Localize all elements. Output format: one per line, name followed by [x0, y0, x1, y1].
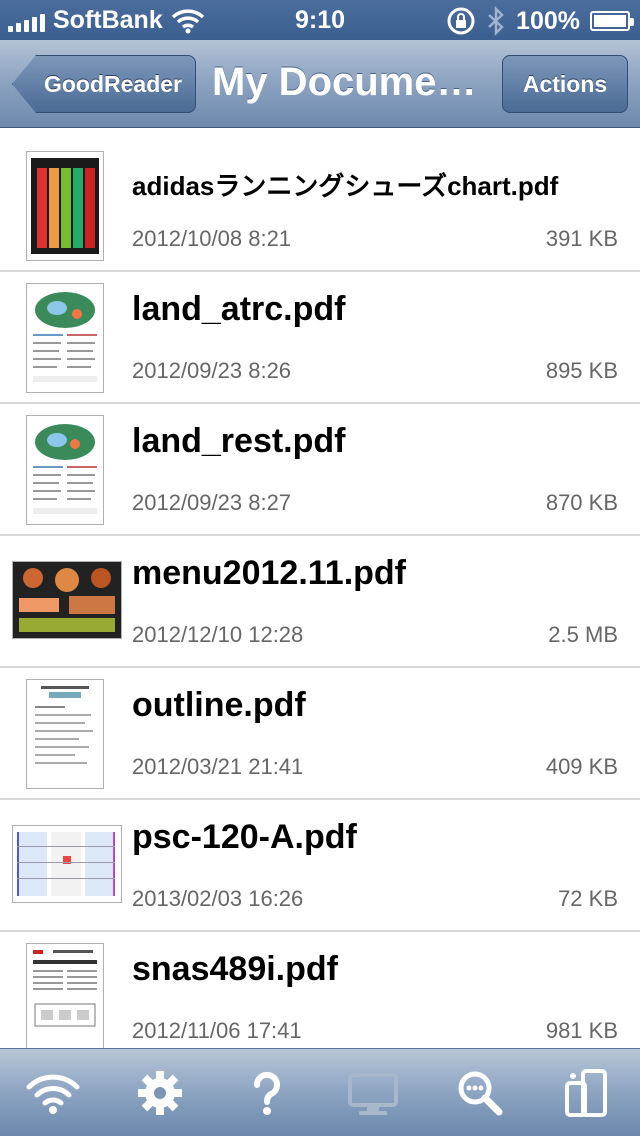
- pdf-thumbnail: [13, 562, 121, 638]
- file-name: menu2012.11.pdf: [132, 554, 407, 592]
- file-row[interactable]: psc-120-A.pdf 2013/02/03 16:26 72 KB: [0, 800, 640, 932]
- file-name: outline.pdf: [132, 686, 306, 724]
- file-size: 981 KB: [545, 1018, 618, 1043]
- file-name: land_rest.pdf: [132, 422, 346, 460]
- actions-button[interactable]: Actions: [502, 55, 628, 113]
- file-size: 391 KB: [545, 226, 618, 251]
- monitor-icon: [348, 1072, 399, 1115]
- file-row[interactable]: snas489i.pdf 2012/11/06 17:41 981 KB: [0, 932, 640, 1048]
- pdf-thumbnail: [27, 680, 103, 788]
- rotation-lock-icon: [447, 7, 475, 35]
- file-row[interactable]: outline.pdf 2012/03/21 21:41 409 KB: [0, 668, 640, 800]
- battery-label: 100%: [516, 6, 580, 35]
- remote-server-button[interactable]: [341, 1061, 405, 1125]
- manage-files-button[interactable]: [555, 1061, 619, 1125]
- file-date: 2012/09/23 8:27: [132, 490, 292, 515]
- file-row[interactable]: land_rest.pdf 2012/09/23 8:27 870 KB: [0, 404, 640, 536]
- manage-files-icon: [564, 1068, 607, 1117]
- file-size: 409 KB: [545, 754, 618, 779]
- file-list[interactable]: adidasランニングシューズchart.pdf 2012/10/08 8:21…: [0, 140, 640, 1048]
- file-size: 895 KB: [545, 358, 618, 383]
- file-name: land_atrc.pdf: [132, 290, 346, 328]
- help-button[interactable]: [235, 1061, 299, 1125]
- settings-button[interactable]: [128, 1061, 192, 1125]
- file-size: 2.5 MB: [548, 622, 618, 647]
- file-size: 72 KB: [558, 886, 618, 911]
- file-date: 2012/10/08 8:21: [132, 226, 292, 251]
- battery-icon: [590, 11, 634, 31]
- file-name: psc-120-A.pdf: [132, 818, 357, 856]
- file-size: 870 KB: [545, 490, 618, 515]
- bottom-toolbar: [0, 1048, 640, 1136]
- file-date: 2012/09/23 8:26: [132, 358, 292, 383]
- pdf-thumbnail: [27, 284, 103, 392]
- file-name: adidasランニングシューズchart.pdf: [132, 171, 559, 201]
- pdf-thumbnail: [13, 826, 121, 902]
- find-button[interactable]: [448, 1061, 512, 1125]
- file-row[interactable]: menu2012.11.pdf 2012/12/10 12:28 2.5 MB: [0, 536, 640, 668]
- file-date: 2012/11/06 17:41: [132, 1018, 302, 1043]
- wifi-icon: [26, 1074, 80, 1114]
- page-title: My Docume…: [212, 60, 477, 104]
- wifi-transfer-button[interactable]: [21, 1061, 85, 1125]
- file-name: snas489i.pdf: [132, 950, 338, 988]
- file-row[interactable]: adidasランニングシューズchart.pdf 2012/10/08 8:21…: [0, 140, 640, 272]
- help-icon: [253, 1071, 280, 1115]
- navigation-bar: GoodReader My Docume… Actions: [0, 40, 640, 128]
- file-row[interactable]: land_atrc.pdf 2012/09/23 8:26 895 KB: [0, 272, 640, 404]
- bluetooth-icon: [488, 6, 504, 36]
- file-date: 2012/12/10 12:28: [132, 622, 304, 647]
- pdf-thumbnail: [27, 416, 103, 524]
- gear-icon: [137, 1070, 182, 1115]
- file-date: 2013/02/03 16:26: [132, 886, 304, 911]
- back-button[interactable]: GoodReader: [12, 55, 196, 113]
- pdf-thumbnail: [27, 152, 103, 260]
- status-bar: SoftBank 9:10 100%: [0, 0, 640, 40]
- file-date: 2012/03/21 21:41: [132, 754, 304, 779]
- pdf-thumbnail: [27, 944, 103, 1048]
- search-icon: [458, 1071, 503, 1115]
